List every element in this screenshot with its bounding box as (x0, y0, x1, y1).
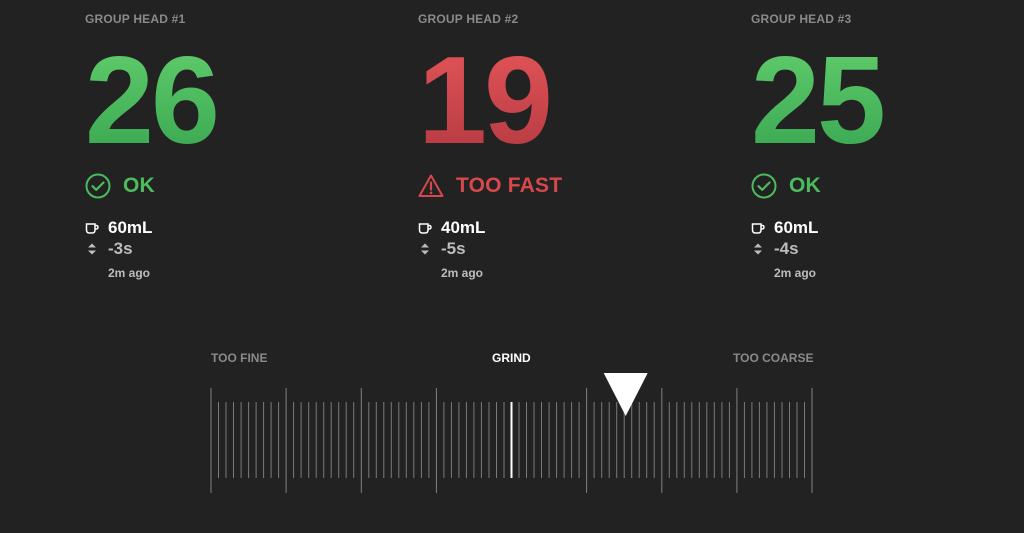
grind-scale[interactable] (0, 0, 1024, 533)
grind-ticks (210, 388, 813, 493)
grind-monitor: GROUP HEAD #1 26 OK 60mL -3s 2m ago GROU… (0, 0, 1024, 533)
triangle-down-icon[interactable] (603, 373, 648, 416)
